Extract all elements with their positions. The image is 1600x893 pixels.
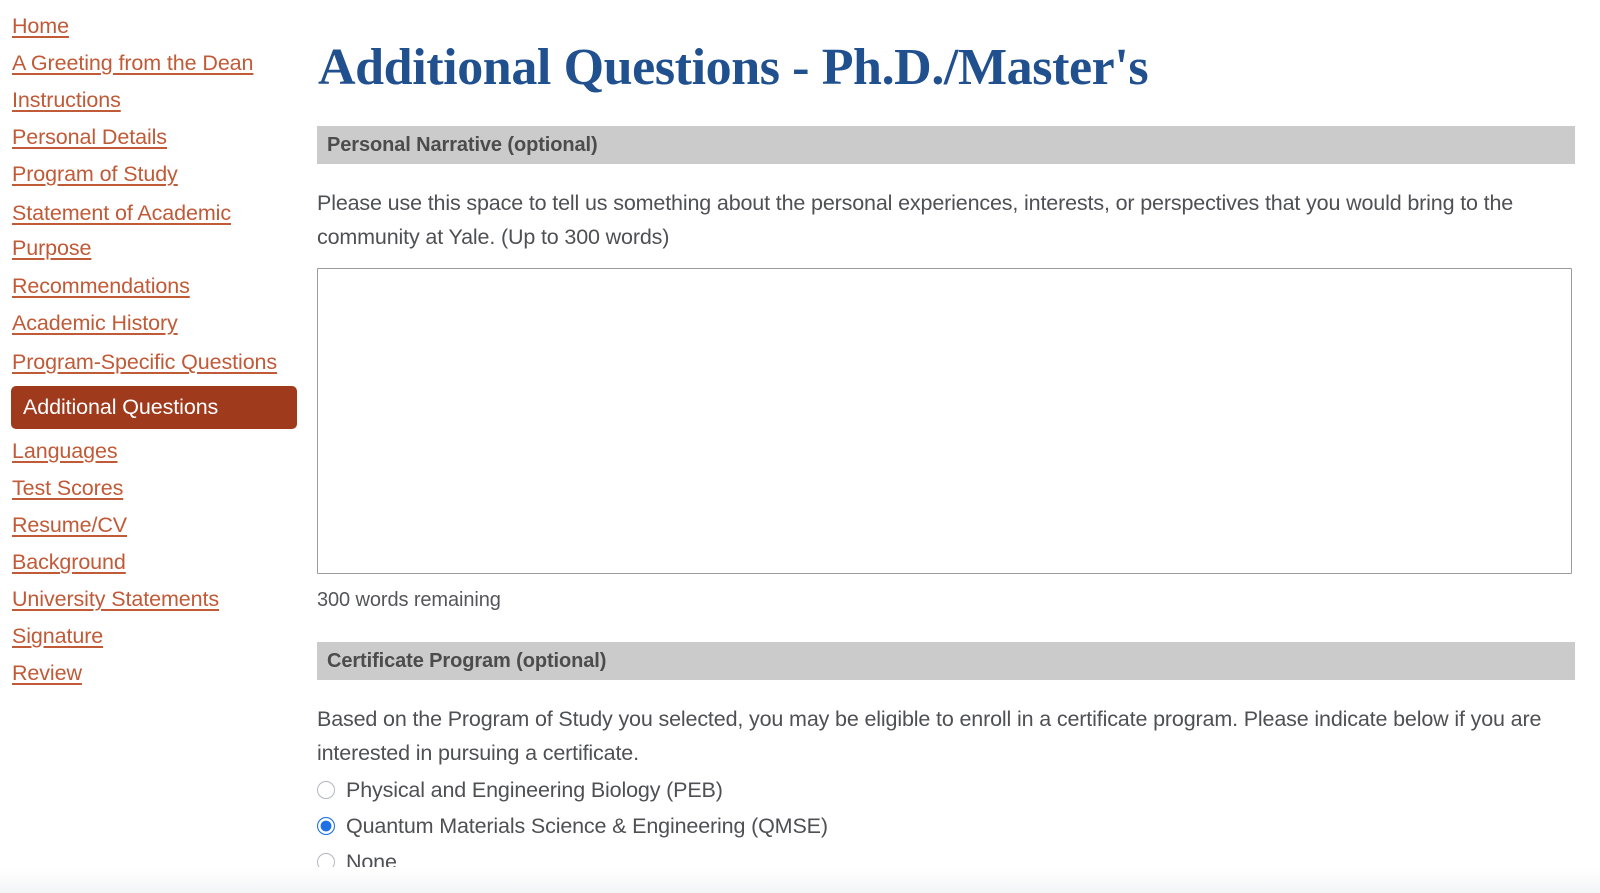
- sidebar-item: Home: [0, 9, 310, 44]
- section-header-personal-narrative: Personal Narrative (optional): [317, 126, 1575, 164]
- words-remaining-counter: 300 words remaining: [317, 589, 501, 611]
- sidebar-item: Program-Specific Questions: [0, 343, 310, 381]
- personal-narrative-textarea[interactable]: [317, 268, 1572, 574]
- radio-unselected-icon[interactable]: [317, 781, 335, 799]
- sidebar-item: A Greeting from the Dean: [0, 46, 310, 81]
- section-header-certificate-program: Certificate Program (optional): [317, 642, 1575, 680]
- main-content: Additional Questions - Ph.D./Master's Pe…: [317, 0, 1575, 880]
- sidebar-item: Additional Questions: [0, 386, 310, 429]
- sidebar-item-program-specific-questions[interactable]: Program-Specific Questions: [0, 343, 310, 381]
- certificate-program-radio-group: Physical and Engineering Biology (PEB) Qu…: [317, 772, 1575, 880]
- certificate-option-row[interactable]: Physical and Engineering Biology (PEB): [317, 772, 1575, 808]
- sidebar-item: Resume/CV: [0, 508, 310, 543]
- sidebar-item-personal-details[interactable]: Personal Details: [0, 120, 310, 155]
- application-sidebar-nav: Home A Greeting from the Dean Instructions…: [0, 0, 310, 893]
- sidebar-item: Program of Study: [0, 157, 310, 192]
- certificate-option-row[interactable]: None: [317, 844, 1575, 880]
- sidebar-item: Review: [0, 656, 310, 691]
- certificate-option-row[interactable]: Quantum Materials Science & Engineering …: [317, 808, 1575, 844]
- sidebar-item-recommendations[interactable]: Recommendations: [0, 269, 310, 304]
- sidebar-item-instructions[interactable]: Instructions: [0, 83, 310, 118]
- personal-narrative-prompt: Please use this space to tell us somethi…: [317, 191, 1514, 249]
- sidebar-item-additional-questions[interactable]: Additional Questions: [11, 386, 297, 429]
- sidebar-item-university-statements[interactable]: University Statements: [0, 582, 310, 617]
- sidebar-item-resume-cv[interactable]: Resume/CV: [0, 508, 310, 543]
- sidebar-item-signature[interactable]: Signature: [0, 619, 310, 654]
- sidebar-item-program-of-study[interactable]: Program of Study: [0, 157, 310, 192]
- sidebar-item-test-scores[interactable]: Test Scores: [0, 471, 310, 506]
- certificate-option-label: Physical and Engineering Biology (PEB): [346, 778, 723, 802]
- certificate-option-label: None: [346, 850, 397, 874]
- sidebar-item: Personal Details: [0, 120, 310, 155]
- sidebar-item: Academic History: [0, 306, 310, 341]
- section-header-label: Certificate Program (optional): [327, 649, 607, 672]
- radio-unselected-icon[interactable]: [317, 853, 335, 871]
- sidebar-item-list: Home A Greeting from the Dean Instructions…: [0, 9, 310, 691]
- application-page: Home A Greeting from the Dean Instructions…: [0, 0, 1600, 893]
- sidebar-item-background[interactable]: Background: [0, 545, 310, 580]
- sidebar-item: Languages: [0, 434, 310, 469]
- certificate-option-label: Quantum Materials Science & Engineering …: [346, 814, 828, 838]
- certificate-program-prompt: Based on the Program of Study you select…: [317, 707, 1542, 765]
- sidebar-item: University Statements: [0, 582, 310, 617]
- sidebar-item: Instructions: [0, 83, 310, 118]
- sidebar-item-languages[interactable]: Languages: [0, 434, 310, 469]
- sidebar-item: Statement of Academic Purpose: [0, 194, 310, 267]
- page-title: Additional Questions - Ph.D./Master's: [318, 39, 1149, 96]
- sidebar-item: Background: [0, 545, 310, 580]
- sidebar-item-academic-history[interactable]: Academic History: [0, 306, 310, 341]
- section-header-label: Personal Narrative (optional): [327, 133, 598, 156]
- sidebar-item: Test Scores: [0, 471, 310, 506]
- sidebar-item-statement-of-academic-purpose[interactable]: Statement of Academic Purpose: [0, 194, 310, 267]
- sidebar-item-home[interactable]: Home: [0, 9, 310, 44]
- sidebar-item-review[interactable]: Review: [0, 656, 310, 691]
- sidebar-item: Signature: [0, 619, 310, 654]
- sidebar-item-a-greeting-from-the-dean[interactable]: A Greeting from the Dean: [0, 46, 310, 81]
- sidebar-item: Recommendations: [0, 269, 310, 304]
- radio-selected-icon[interactable]: [317, 817, 335, 835]
